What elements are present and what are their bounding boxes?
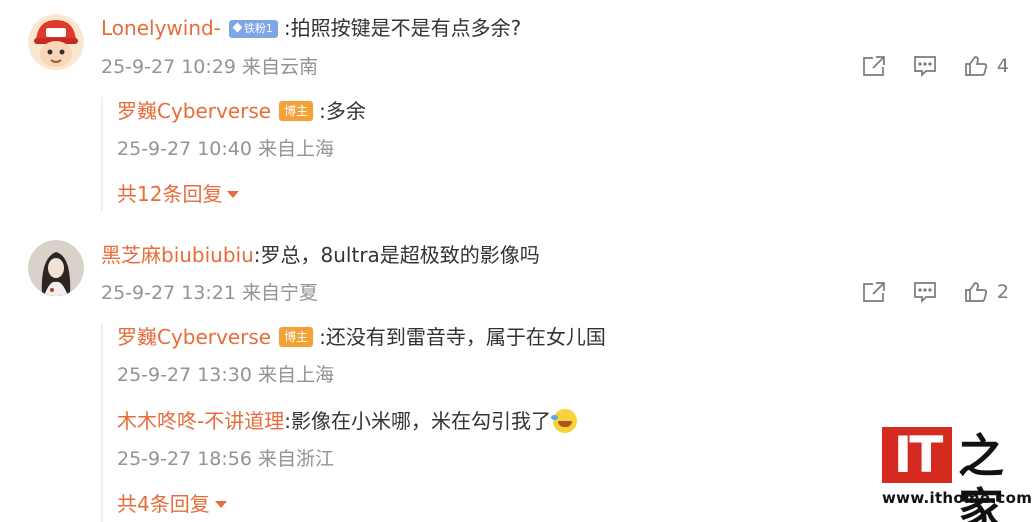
like-count: 4 — [996, 55, 1009, 77]
share-button[interactable] — [862, 55, 886, 77]
like-icon — [965, 56, 988, 76]
watermark-url: www.ithome.com — [882, 489, 1033, 507]
share-icon — [863, 56, 885, 76]
more-replies-link[interactable]: 共12条回复 — [117, 180, 366, 208]
comment-username[interactable]: 黑芝麻biubiubiu — [101, 243, 254, 267]
comment-actions: 2 — [835, 281, 1009, 303]
avatar[interactable] — [28, 240, 84, 296]
more-replies-label: 共12条回复 — [117, 182, 223, 206]
laugh-cry-emoji-icon — [550, 409, 577, 433]
comment-icon — [914, 56, 936, 77]
like-button[interactable]: 2 — [964, 281, 1009, 303]
comment-text: :罗总，8ultra是超极致的影像吗 — [253, 243, 540, 267]
chevron-down-icon — [214, 501, 227, 508]
reply-meta: 25-9-27 13:30 来自上海 — [117, 364, 334, 386]
comment-button[interactable] — [913, 55, 937, 77]
share-icon — [863, 282, 885, 302]
reply-thread: 罗巍Cyberverse 博主:还没有到雷音寺，属于在女儿国 25-9-27 13… — [101, 323, 606, 522]
like-icon — [965, 282, 988, 302]
more-replies-label: 共4条回复 — [117, 492, 210, 516]
comment-actions: 4 — [835, 55, 1009, 77]
chevron-down-icon — [227, 191, 240, 198]
reply-meta: 25-9-27 18:56 来自浙江 — [117, 448, 334, 470]
reply-line: 罗巍Cyberverse 博主:多余 — [117, 97, 366, 125]
like-count: 2 — [996, 281, 1009, 303]
comment-button[interactable] — [913, 281, 937, 303]
reply-username[interactable]: 罗巍Cyberverse — [117, 325, 271, 349]
reply-meta: 25-9-27 10:40 来自上海 — [117, 138, 334, 160]
comment-line: Lonelywind- 铁粉1 :拍照按键是不是有点多余? — [101, 14, 1035, 42]
host-badge: 博主 — [279, 101, 314, 121]
reply-text: :多余 — [319, 99, 366, 123]
ithome-watermark: IT 之家 www.ithome.com — [880, 427, 1032, 522]
reply-username[interactable]: 罗巍Cyberverse — [117, 99, 271, 123]
reply-text: :影像在小米哪，米在勾引我了 — [284, 409, 551, 433]
logo-chinese-text: 之家 — [958, 429, 1004, 522]
reply-item: 罗巍Cyberverse 博主:还没有到雷音寺，属于在女儿国 25-9-27 13… — [117, 323, 606, 389]
reply-line: 罗巍Cyberverse 博主:还没有到雷音寺，属于在女儿国 — [117, 323, 606, 351]
reply-item: 木木咚咚-不讲道理:影像在小米哪，米在勾引我了 25-9-27 18:56 来自… — [117, 407, 606, 473]
comment-line: 黑芝麻biubiubiu:罗总，8ultra是超极致的影像吗 — [101, 241, 1035, 269]
share-button[interactable] — [862, 281, 886, 303]
fan-badge: 铁粉1 — [228, 20, 278, 38]
reply-username[interactable]: 木木咚咚-不讲道理 — [117, 409, 284, 433]
logo-it-block: IT — [882, 427, 952, 483]
comment-username[interactable]: Lonelywind- — [101, 16, 221, 40]
reply-thread: 罗巍Cyberverse 博主:多余 25-9-27 10:40 来自上海 共12… — [101, 97, 366, 211]
fan-badge-label: 铁粉1 — [243, 22, 273, 35]
reply-item: 罗巍Cyberverse 博主:多余 25-9-27 10:40 来自上海 — [117, 97, 366, 163]
host-badge: 博主 — [279, 327, 314, 347]
more-replies-link[interactable]: 共4条回复 — [117, 490, 606, 518]
comment-icon — [914, 282, 936, 303]
comment-text: :拍照按键是不是有点多余? — [283, 16, 522, 40]
reply-line: 木木咚咚-不讲道理:影像在小米哪，米在勾引我了 — [117, 407, 606, 435]
comment-feed: Lonelywind- 铁粉1:拍照按键是不是有点多余? 25-9-27 10:2… — [0, 0, 1035, 522]
reply-text: :还没有到雷音寺，属于在女儿国 — [319, 325, 606, 349]
like-button[interactable]: 4 — [964, 55, 1009, 77]
diamond-icon — [232, 22, 243, 33]
avatar[interactable] — [28, 14, 84, 70]
